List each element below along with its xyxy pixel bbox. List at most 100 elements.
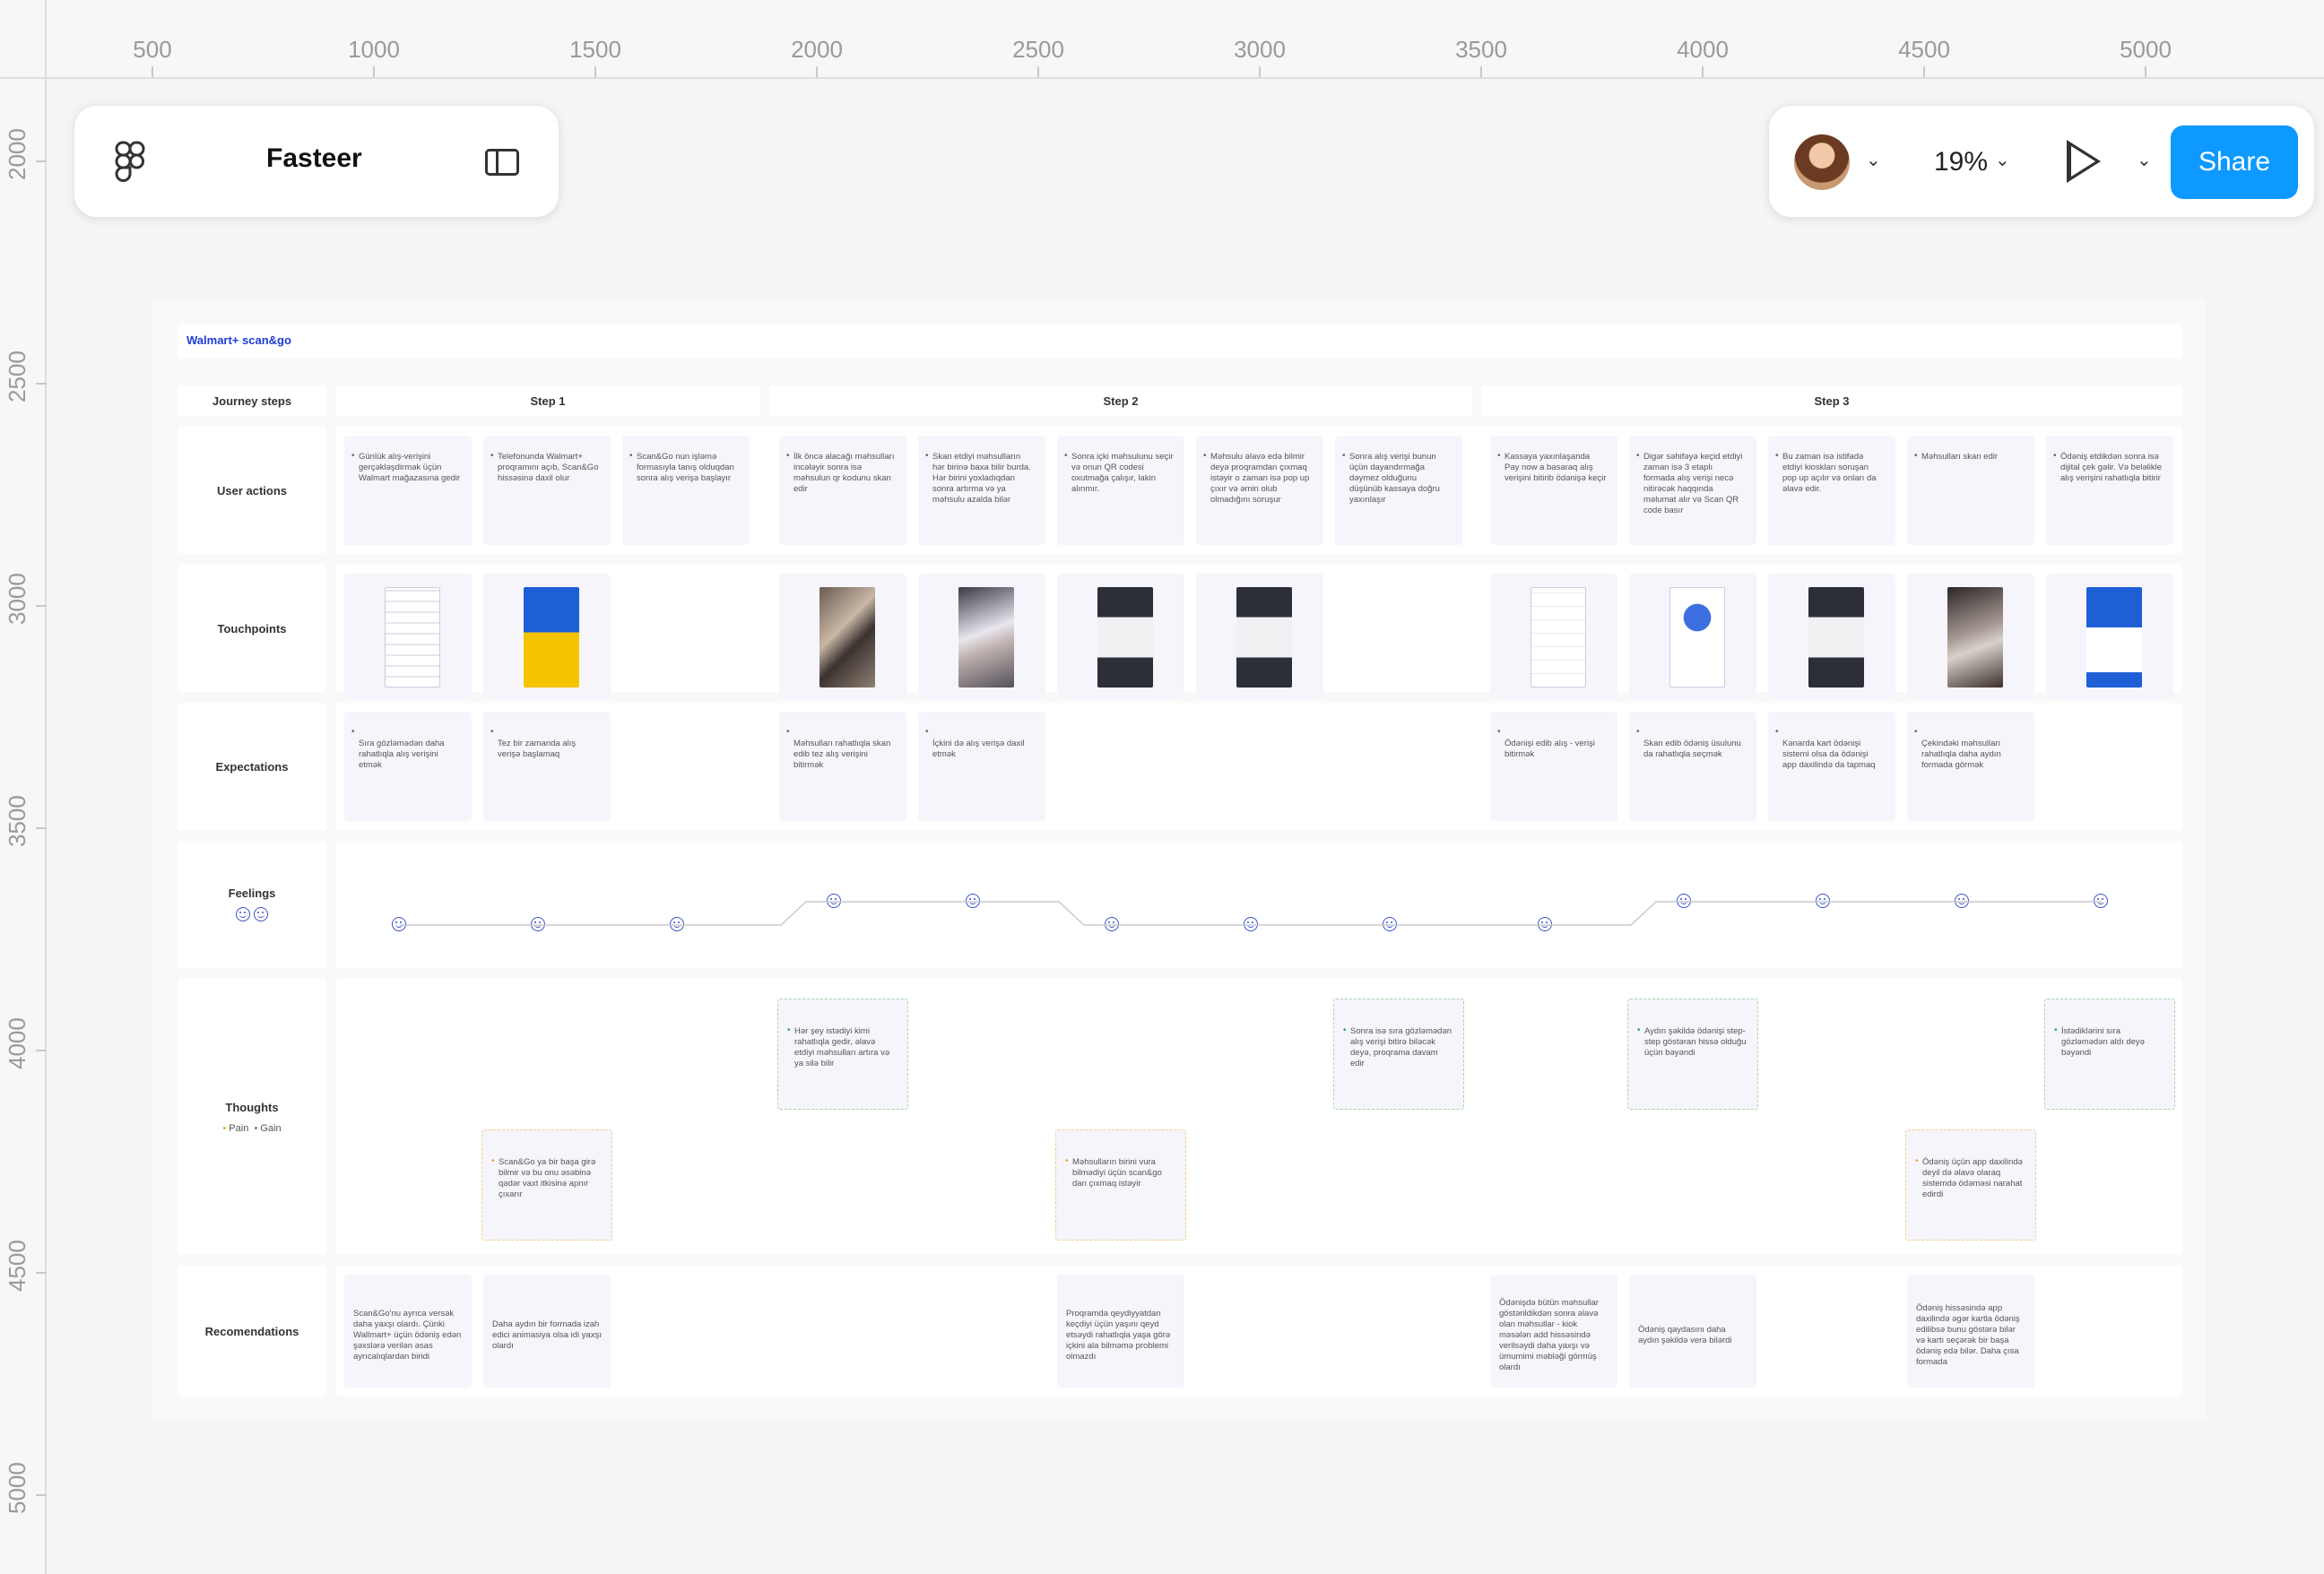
touchpoint-screenshot[interactable] <box>1947 587 2003 688</box>
thought-note-gain[interactable]: Sonra isə sıra gözləmədən alış verişi bi… <box>1333 999 1464 1110</box>
thought-note-gain[interactable]: Hər şey istədiyi kimi rahatlıqla gedir, … <box>777 999 908 1110</box>
feeling-face-icon[interactable] <box>392 917 406 931</box>
user-action-card[interactable]: İlk öncə alacağı məhsulları incələyir so… <box>779 436 906 545</box>
recommendation-card[interactable]: Ödənişdə bütün məhsullar göstərildikdən … <box>1490 1275 1617 1388</box>
user-action-card[interactable]: Digər səhifəyə keçid etdiyi zaman isə 3 … <box>1629 436 1756 545</box>
user-action-card[interactable]: Scan&Go nun işləmə formasıyla tanış oldu… <box>622 436 750 545</box>
user-action-card[interactable]: Məhsulu əlavə edə bilmir deyə proqramdan… <box>1196 436 1323 545</box>
expectation-card[interactable]: İçkini də alış verişə daxil etmək <box>918 712 1045 821</box>
row-label-text: User actions <box>216 483 288 497</box>
user-action-card[interactable]: Sonra içki məhsulunu seçir və onun QR co… <box>1057 436 1184 545</box>
play-icon[interactable] <box>2067 140 2101 183</box>
touchpoint-card[interactable] <box>1907 574 2034 699</box>
thought-note-gain[interactable]: İstədiklərini sıra gözləmədən aldı deyə … <box>2044 999 2175 1110</box>
user-action-card[interactable]: Ödəniş etdikdən sonra isə dijital çek gə… <box>2046 436 2173 545</box>
chevron-down-icon[interactable]: ⌄ <box>1866 149 1881 171</box>
user-action-card[interactable]: Skan etdiyi məhsulların hər birinə baxa … <box>918 436 1045 545</box>
recommendation-card[interactable]: Ödəniş qaydasını daha aydın şəkildə verə… <box>1629 1275 1756 1388</box>
touchpoint-card[interactable] <box>1196 574 1323 699</box>
expectation-card[interactable]: Sıra gözləmədən daha rahatlıqla alış ver… <box>344 712 472 821</box>
touchpoint-card[interactable] <box>1057 574 1184 699</box>
thought-note-pain[interactable]: Ödəniş üçün app daxilində deyil də əlavə… <box>1905 1129 2036 1241</box>
touchpoint-card[interactable] <box>1768 574 1895 699</box>
step-header-2[interactable]: Step 2 <box>769 385 1472 416</box>
expectation-text: Sıra gözləmədən daha rahatlıqla alış ver… <box>359 739 445 770</box>
share-button[interactable]: Share <box>2171 125 2298 199</box>
ruler-tick-label: 4000 <box>1662 0 1743 79</box>
ruler-corner <box>0 0 47 79</box>
recommendation-card[interactable]: Proqramda qeydiyyatdan keçdiyi üçün yaşı… <box>1057 1275 1184 1388</box>
feeling-face-icon[interactable] <box>1105 917 1119 931</box>
thought-note-gain[interactable]: Aydın şəkildə ödənişi step-step göstəran… <box>1627 999 1758 1110</box>
step-header-1[interactable]: Step 1 <box>335 385 760 416</box>
touchpoint-screenshot[interactable] <box>1808 587 1864 688</box>
feeling-face-icon[interactable] <box>670 917 684 931</box>
touchpoint-screenshot[interactable] <box>1669 587 1725 688</box>
touchpoint-screenshot[interactable] <box>524 587 579 688</box>
expectation-card[interactable]: Kənarda kart ödənişi sistemi olsa da ödə… <box>1768 712 1895 821</box>
touchpoint-card[interactable] <box>918 574 1045 699</box>
ruler-tick-label: 5000 <box>0 1455 47 1535</box>
ruler-tick-label: 4500 <box>0 1232 47 1313</box>
ruler-tick-label: 5000 <box>2105 0 2186 79</box>
expectation-card[interactable]: Ödənişi edib alış - verişi bitirmək <box>1490 712 1617 821</box>
sidebar-layout-icon[interactable] <box>485 149 519 176</box>
touchpoint-screenshot[interactable] <box>2086 587 2142 688</box>
thought-note-pain[interactable]: Məhsulların birini vura bilmədiyi üçün s… <box>1055 1129 1186 1241</box>
step-header-3[interactable]: Step 3 <box>1481 385 2182 416</box>
user-action-card[interactable]: Məhsulları skan edir <box>1907 436 2034 545</box>
feeling-face-icon[interactable] <box>1677 894 1691 908</box>
expectation-card[interactable]: Məhsulları rahatlıqla skan edib tez alış… <box>779 712 906 821</box>
touchpoint-card[interactable] <box>2046 574 2173 699</box>
chevron-down-icon[interactable]: ⌄ <box>1995 149 2010 171</box>
user-action-card[interactable]: Günlük alış-verişini gerçəkləşdirmək üçü… <box>344 436 472 545</box>
feeling-face-icon[interactable] <box>966 894 980 908</box>
ruler-tick-text: 4000 <box>1677 36 1729 63</box>
user-action-text: Digər səhifəyə keçid etdiyi zaman isə 3 … <box>1643 452 1743 515</box>
touchpoint-screenshot[interactable] <box>958 587 1014 688</box>
figma-logo-icon[interactable] <box>114 140 146 185</box>
touchpoint-screenshot[interactable] <box>385 587 440 688</box>
feeling-face-icon[interactable] <box>1538 917 1552 931</box>
user-avatar[interactable] <box>1794 134 1850 190</box>
expectation-card[interactable]: Tez bir zamanda alış verişə başlamaq <box>483 712 611 821</box>
feeling-face-icon[interactable] <box>531 917 545 931</box>
row-label-recommendations: Recomendations <box>178 1266 326 1397</box>
ruler-tick-label: 3000 <box>1219 0 1300 79</box>
user-action-text: Məhsulları skan edir <box>1921 452 1999 462</box>
user-action-card[interactable]: Sonra alış verişi bunun üçün dayandırmağ… <box>1335 436 1462 545</box>
touchpoint-card[interactable] <box>1490 574 1617 699</box>
feeling-face-icon[interactable] <box>1955 894 1969 908</box>
user-action-card[interactable]: Bu zaman isə istifadə etdiyi kioskları s… <box>1768 436 1895 545</box>
touchpoint-card[interactable] <box>483 574 611 699</box>
feeling-face-icon[interactable] <box>1816 894 1830 908</box>
expectation-card[interactable]: Skan edib ödəniş üsulunu da rahatlıqla s… <box>1629 712 1756 821</box>
touchpoint-card[interactable] <box>779 574 906 699</box>
touchpoint-screenshot[interactable] <box>1097 587 1153 688</box>
file-title[interactable]: Fasteer <box>266 143 362 174</box>
user-action-text: Kassaya yaxınlaşanda Pay now a basaraq a… <box>1505 452 1607 483</box>
user-action-card[interactable]: Kassaya yaxınlaşanda Pay now a basaraq a… <box>1490 436 1617 545</box>
thought-note-pain[interactable]: Scan&Go ya bir başa girə bilmir və bu on… <box>481 1129 612 1241</box>
touchpoint-screenshot[interactable] <box>1531 587 1586 688</box>
touchpoint-screenshot[interactable] <box>1236 587 1292 688</box>
feeling-face-icon[interactable] <box>2094 894 2108 908</box>
recommendation-card[interactable]: Ödəniş hissəsində app daxilində əgər kar… <box>1907 1275 2034 1388</box>
row-band-recommendations <box>335 1266 2182 1397</box>
user-action-card[interactable]: Telefonunda Walmart+ proqramını açıb, Sc… <box>483 436 611 545</box>
ruler-tick-text: 3500 <box>4 795 30 847</box>
recommendation-card[interactable]: Daha aydın bir formada izah edici animas… <box>483 1275 611 1388</box>
ruler-tick-label: 3500 <box>1441 0 1522 79</box>
chevron-down-icon[interactable]: ⌄ <box>2137 149 2152 171</box>
touchpoint-card[interactable] <box>344 574 472 699</box>
zoom-level[interactable]: 19% <box>1934 147 1988 177</box>
file-toolbar: Fasteer <box>74 105 559 218</box>
feeling-face-icon[interactable] <box>1244 917 1258 931</box>
recommendation-card[interactable]: Scan&Go'nu ayrıca versək daha yaxşı olar… <box>344 1275 472 1388</box>
touchpoint-card[interactable] <box>1629 574 1756 699</box>
feeling-face-icon[interactable] <box>1383 917 1397 931</box>
expectation-card[interactable]: Çekindəki məhsulları rahatlıqla daha ayd… <box>1907 712 2034 821</box>
touchpoint-screenshot[interactable] <box>819 587 875 688</box>
feeling-face-icon[interactable] <box>827 894 841 908</box>
ruler-tick-text: 4500 <box>4 1240 30 1292</box>
